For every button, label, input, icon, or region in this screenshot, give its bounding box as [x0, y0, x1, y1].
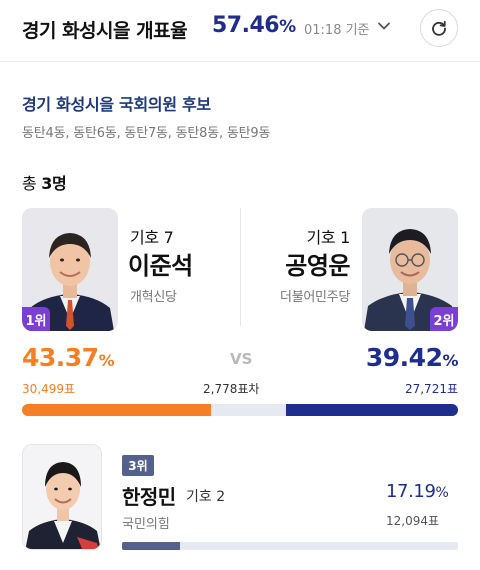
candidate-3-votes: 12,094표	[386, 514, 440, 528]
candidate-3-number: 기호 2	[186, 489, 226, 505]
candidate-3-party: 국민의힘	[122, 517, 170, 532]
header: 경기 화성시을 개표율 57.46% 01:18 기준	[0, 0, 480, 62]
candidate-2-party: 더불어민주당	[280, 290, 350, 305]
candidate-2-share-fill	[286, 404, 458, 416]
candidate-3-percent-unit: %	[435, 485, 449, 501]
candidate-1-party: 개혁신당	[130, 290, 177, 305]
candidate-1-percent: 43.37%	[22, 343, 115, 372]
vs-label: VS	[230, 350, 253, 368]
candidate-total: 총 3명	[22, 170, 67, 194]
refresh-icon	[432, 20, 446, 36]
candidate-total-prefix: 총	[22, 174, 42, 193]
candidate-2-votes: 27,721표	[404, 382, 458, 396]
district-title: 경기 화성시을 국회의원 후보	[22, 95, 211, 114]
rank-badge: 3위	[122, 455, 154, 476]
candidate-3-percent: 17.19%	[386, 481, 449, 502]
candidate-total-count: 3명	[41, 174, 67, 193]
candidate-1-share-fill	[22, 404, 212, 416]
candidate-1-percent-unit: %	[98, 351, 115, 370]
candidate-1-votes: 30,499표	[22, 382, 76, 396]
candidate-3-share-fill	[122, 542, 180, 550]
candidate-1-name[interactable]: 이준석	[128, 246, 193, 281]
candidate-3-portrait	[23, 445, 101, 549]
candidate-2-name[interactable]: 공영운	[285, 246, 350, 281]
candidate-1-percent-value: 43.37	[22, 343, 99, 372]
candidate-1-photo[interactable]: 1위	[22, 208, 118, 331]
refresh-button[interactable]	[420, 9, 458, 47]
chevron-down-icon[interactable]	[376, 18, 392, 34]
district-dongs: 동탄4동, 동탄6동, 동탄7동, 동탄8동, 동탄9동	[22, 126, 271, 141]
vote-gap: 2,778표차	[203, 382, 260, 396]
vote-share-bar	[22, 404, 458, 416]
candidate-3-percent-value: 17.19	[386, 481, 436, 502]
candidate-2-percent-unit: %	[442, 351, 458, 370]
candidate-2-number: 기호 1	[306, 228, 350, 247]
rank-badge: 2위	[430, 307, 458, 331]
count-rate-value: 57.46	[212, 13, 280, 38]
divider	[240, 208, 241, 326]
count-rate-unit: %	[279, 17, 296, 37]
timestamp[interactable]: 01:18 기준	[304, 19, 370, 38]
candidate-2-percent-value: 39.42	[365, 343, 443, 372]
count-rate: 57.46%	[212, 13, 296, 38]
candidate-2-photo[interactable]: 2위	[362, 208, 458, 331]
candidate-3-share-bar	[122, 542, 458, 550]
rank-badge: 1위	[22, 307, 50, 331]
candidate-3-photo[interactable]	[22, 444, 102, 550]
page-title: 경기 화성시을 개표율	[22, 20, 188, 42]
candidate-3-name[interactable]: 한정민	[122, 481, 176, 510]
candidate-2-percent: 39.42%	[365, 343, 459, 372]
candidate-1-number: 기호 7	[130, 228, 174, 247]
